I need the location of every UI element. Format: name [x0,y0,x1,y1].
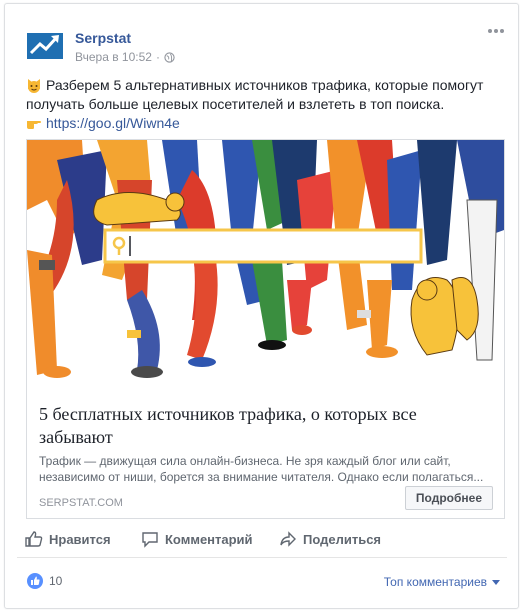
like-count[interactable]: 10 [49,574,62,588]
like-button[interactable]: Нравится [25,530,111,548]
more-options-icon[interactable] [486,24,506,38]
page-name-link[interactable]: Serpstat [75,30,131,46]
post-header: Serpstat Вчера в 10:52 · [5,4,518,70]
thumbs-up-small-icon [31,576,40,585]
card-domain: SERPSTAT.COM [39,497,123,509]
post-text: Разберем 5 альтернативных источников тра… [26,76,504,133]
smiling-cat-emoji-icon [28,79,40,93]
post-body-text: Разберем 5 альтернативных источников тра… [26,77,484,112]
facebook-post: Serpstat Вчера в 10:52 · Разберем 5 альт… [4,3,519,609]
comment-label: Комментарий [165,531,253,547]
meta-dot: · [155,50,160,64]
post-link[interactable]: https://goo.gl/Wiwn4e [46,115,180,131]
caret-down-icon [492,579,500,585]
card-illustration[interactable] [27,140,504,390]
post-actions-bar: Нравится Комментарий Поделиться [17,522,507,558]
pointing-hand-emoji-icon [27,121,41,129]
comment-button[interactable]: Комментарий [141,530,253,548]
like-reaction-icon[interactable] [27,573,43,589]
like-label: Нравится [49,531,111,547]
comment-sort-label: Топ комментариев [383,575,487,589]
share-icon [280,531,296,547]
share-label: Поделиться [303,531,382,547]
post-footer: 10 Топ комментариев [5,564,518,594]
card-description: Трафик — движущая сила онлайн-бизнеса. Н… [39,454,484,484]
comment-sort-dropdown[interactable]: Топ комментариев [384,575,500,589]
serpstat-logo-avatar[interactable] [25,25,65,65]
globe-icon [164,51,175,63]
post-meta: Вчера в 10:52 · [75,50,175,64]
share-button[interactable]: Поделиться [279,530,381,548]
post-timestamp[interactable]: Вчера в 10:52 [75,50,152,64]
thumbs-up-icon [25,531,43,547]
comment-icon [142,532,158,548]
link-preview-card[interactable]: 5 бесплатных источников трафика, о котор… [26,139,505,519]
legs-illustration [27,140,504,390]
learn-more-button[interactable]: Подробнее [404,486,493,510]
card-title[interactable]: 5 бесплатных источников трафика, о котор… [39,403,494,449]
